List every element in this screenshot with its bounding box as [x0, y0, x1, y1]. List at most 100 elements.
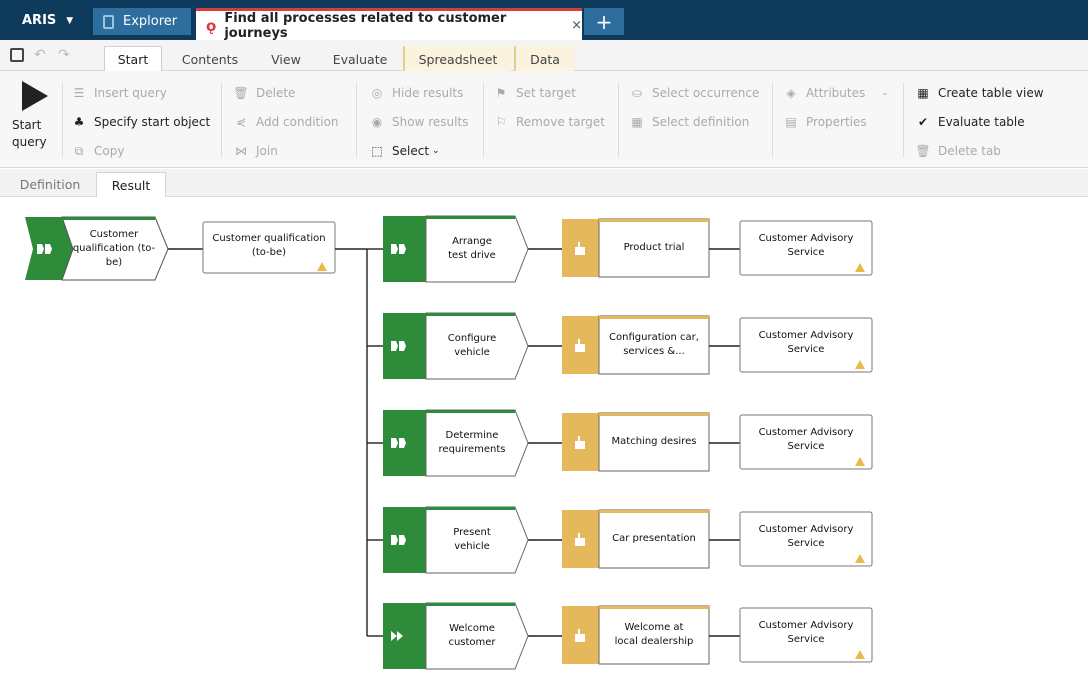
select-definition-button[interactable]: ▦ Select definition — [630, 112, 749, 132]
close-icon[interactable]: × — [571, 18, 582, 33]
flag-icon: ⚑ — [495, 86, 507, 100]
ribbon: Start query ☰ Insert query ♣ Specify start… — [0, 71, 1088, 168]
evaluate-table-label: Evaluate table — [938, 115, 1025, 129]
evaluate-table-button[interactable]: ✔ Evaluate table — [916, 112, 1025, 132]
delete-button[interactable]: 🗑 Delete — [233, 83, 296, 103]
specify-start-object-button[interactable]: ♣ Specify start object — [72, 112, 211, 132]
add-condition-label: Add condition — [256, 115, 339, 129]
properties-button[interactable]: ▤ Properties — [784, 112, 867, 132]
add-condition-button[interactable]: ⋞ Add condition — [234, 112, 339, 132]
warning-icon — [855, 457, 865, 466]
divider — [483, 83, 484, 157]
header-bar — [426, 507, 515, 510]
properties-icon: ▤ — [785, 115, 797, 129]
touchpoint-label-1: Configuration car, services &... — [609, 332, 699, 357]
service-label-0: Customer Advisory Service — [758, 233, 854, 258]
header-bar — [599, 316, 709, 319]
touchpoint-label-4: Welcome at local dealership — [614, 622, 694, 647]
tab-spreadsheet[interactable]: Spreadsheet — [403, 46, 511, 72]
insert-query-icon: ☰ — [73, 86, 85, 100]
specify-start-object-label: Specify start object — [94, 115, 211, 129]
explorer-icon — [103, 14, 114, 29]
tab-view[interactable]: View — [258, 46, 314, 72]
service-label-3: Customer Advisory Service — [758, 524, 854, 549]
warning-icon — [855, 650, 865, 659]
insert-query-button[interactable]: ☰ Insert query — [72, 83, 167, 103]
warning-icon — [855, 554, 865, 563]
touchpoint-label-0: Product trial — [623, 242, 685, 253]
play-icon — [22, 81, 48, 111]
set-target-button[interactable]: ⚑ Set target — [494, 83, 576, 103]
hide-results-button[interactable]: ◎ Hide results — [370, 83, 464, 103]
create-table-view-label: Create table view — [938, 86, 1044, 100]
title-bar: ARIS ▼ Explorer ǫ Find all processes rel… — [0, 0, 1088, 41]
join-label: Join — [256, 144, 278, 158]
create-table-view-button[interactable]: ▦ Create table view — [916, 83, 1044, 103]
header-bar — [426, 410, 515, 413]
service-label-2: Customer Advisory Service — [758, 427, 854, 452]
result-diagram-canvas[interactable]: Customer qualification (to-be) Customer qu… — [0, 198, 1088, 681]
occurrence-icon: ⛀ — [631, 86, 643, 100]
aris-label: ARIS — [22, 13, 57, 28]
delete-tab-button[interactable]: 🗑 Delete tab — [915, 141, 1001, 161]
select-label: Select — [392, 144, 430, 158]
chevron-down-icon: ⌄ — [881, 88, 889, 98]
flag-remove-icon: ⚐ — [495, 115, 507, 129]
tab-evaluate[interactable]: Evaluate — [324, 46, 396, 72]
redo-icon[interactable]: ↷ — [58, 48, 72, 62]
warning-icon — [855, 263, 865, 272]
start-object-icon: ♣ — [73, 115, 85, 129]
tab-contents[interactable]: Contents — [172, 46, 248, 72]
save-icon[interactable] — [10, 48, 24, 62]
divider — [772, 83, 773, 157]
divider — [356, 83, 357, 157]
show-results-label: Show results — [392, 115, 469, 129]
select-occurrence-label: Select occurrence — [652, 86, 760, 100]
process-interface-shape — [383, 603, 426, 669]
plus-icon: + — [595, 9, 613, 34]
tab-start[interactable]: Start — [104, 46, 162, 72]
join-icon: ⋈ — [235, 144, 247, 158]
properties-label: Properties — [806, 115, 867, 129]
header-bar — [62, 217, 155, 220]
header-bar — [599, 219, 709, 222]
header-bar — [599, 510, 709, 513]
header-bar — [599, 413, 709, 416]
copy-button[interactable]: ⧉ Copy — [72, 141, 125, 161]
divider — [618, 83, 619, 157]
start-query-label-1: Start — [12, 118, 42, 132]
copy-icon: ⧉ — [74, 143, 84, 158]
checkmark-icon: ✔ — [917, 115, 929, 129]
start-query-button[interactable]: Start query — [12, 81, 52, 151]
remove-target-label: Remove target — [516, 115, 605, 129]
chevron-down-icon: ▼ — [66, 15, 74, 26]
divider — [62, 83, 63, 157]
tab-explorer[interactable]: Explorer — [93, 8, 191, 35]
tab-explorer-label: Explorer — [123, 14, 178, 29]
header-bar — [426, 603, 515, 606]
delete-label: Delete — [256, 86, 296, 100]
aris-menu-button[interactable]: ARIS ▼ — [14, 8, 86, 33]
eye-closed-icon: ◎ — [371, 86, 383, 100]
attributes-icon: ◈ — [786, 86, 796, 100]
tab-data[interactable]: Data — [514, 46, 574, 72]
tab-definition[interactable]: Definition — [10, 172, 90, 197]
divider — [221, 83, 222, 157]
header-bar — [426, 313, 515, 316]
remove-target-button[interactable]: ⚐ Remove target — [494, 112, 605, 132]
add-tab-button[interactable]: + — [584, 8, 624, 35]
show-results-button[interactable]: ◉ Show results — [370, 112, 469, 132]
eye-icon: ◉ — [371, 115, 383, 129]
join-button[interactable]: ⋈ Join — [234, 141, 278, 161]
select-occurrence-button[interactable]: ⛀ Select occurrence — [630, 83, 759, 103]
service-label-4: Customer Advisory Service — [758, 620, 854, 645]
table-icon: ▦ — [917, 86, 929, 100]
touchpoint-label-3: Car presentation — [612, 533, 696, 544]
tab-result[interactable]: Result — [96, 172, 166, 197]
tab-query[interactable]: ǫ Find all processes related to customer… — [196, 8, 582, 41]
undo-icon[interactable]: ↶ — [34, 48, 48, 62]
select-dropdown[interactable]: ⬚ Select ⌄ — [370, 141, 439, 161]
attributes-dropdown[interactable]: ◈ Attributes ⌄ — [784, 83, 889, 103]
warning-icon — [855, 360, 865, 369]
select-definition-label: Select definition — [652, 115, 750, 129]
